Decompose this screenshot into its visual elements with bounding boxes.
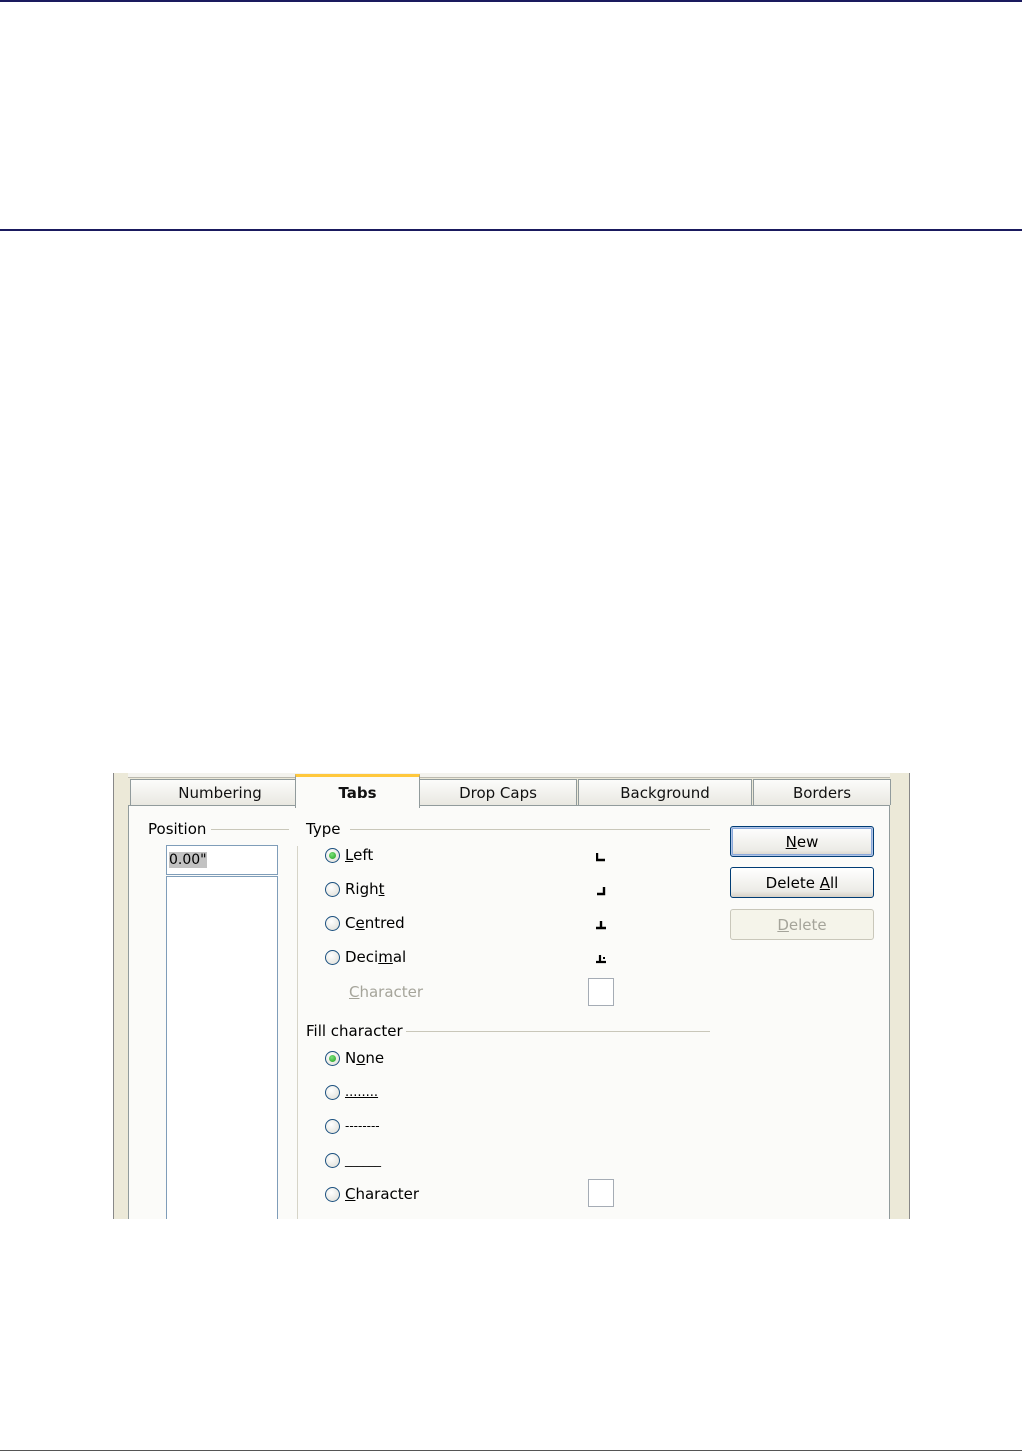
tab-numbering[interactable]: Numbering xyxy=(130,779,310,805)
position-value: 0.00" xyxy=(169,852,207,868)
type-character-label: Character xyxy=(349,983,424,1001)
tab-row-upper-hint xyxy=(128,773,890,778)
footer-rule xyxy=(0,1450,1022,1451)
fill-none-radio-row[interactable]: None xyxy=(325,1047,384,1069)
fill-character-label: Character xyxy=(345,1185,420,1203)
type-centred-radio[interactable] xyxy=(325,915,340,931)
header-rule-bottom xyxy=(0,229,1022,231)
tab-right-icon xyxy=(597,887,606,896)
type-decimal-radio-row[interactable]: Decimal xyxy=(325,946,406,968)
type-decimal-label: Decimal xyxy=(345,948,407,966)
tab-drop-caps[interactable]: Drop Caps xyxy=(419,779,577,805)
tab-tabs[interactable]: Tabs xyxy=(295,774,420,808)
type-character-input[interactable] xyxy=(588,978,614,1006)
type-group-line xyxy=(350,829,710,830)
group-separator xyxy=(297,846,298,1219)
delete-all-button[interactable]: Delete All xyxy=(730,867,874,898)
fill-underscore-radio[interactable] xyxy=(325,1152,340,1168)
delete-button: Delete xyxy=(730,909,874,940)
type-left-label: Left xyxy=(345,846,374,864)
type-right-radio-row[interactable]: Right xyxy=(325,878,385,900)
tab-decimal-icon xyxy=(596,955,606,964)
type-right-label: Right xyxy=(345,880,385,898)
fill-underscore-label: ______ xyxy=(345,1153,381,1167)
type-centred-radio-row[interactable]: Centred xyxy=(325,912,405,934)
type-left-radio[interactable] xyxy=(325,847,340,863)
new-button[interactable]: New xyxy=(730,826,874,857)
fill-character-input[interactable] xyxy=(588,1179,614,1207)
position-input[interactable]: 0.00" xyxy=(166,845,278,875)
fill-dashes-radio-row[interactable]: -------- xyxy=(325,1115,380,1137)
tab-background[interactable]: Background xyxy=(578,779,752,805)
type-right-radio[interactable] xyxy=(325,881,340,897)
tab-centre-icon xyxy=(596,921,606,930)
paragraph-dialog-screenshot: Numbering Tabs Drop Caps Background Bord… xyxy=(113,773,910,1219)
fill-dots-radio-row[interactable]: ........ xyxy=(325,1081,378,1103)
tabs-panel: Position 0.00" Type Left Right Centred D… xyxy=(128,805,890,1219)
tab-borders[interactable]: Borders xyxy=(753,779,891,805)
type-centred-label: Centred xyxy=(345,914,405,932)
fill-dots-label: ........ xyxy=(345,1084,379,1100)
fill-none-radio[interactable] xyxy=(325,1050,340,1066)
position-group-label: Position xyxy=(148,820,207,838)
fill-dashes-label: -------- xyxy=(345,1119,380,1133)
fill-group-line xyxy=(406,1031,710,1032)
fill-dashes-radio[interactable] xyxy=(325,1118,340,1134)
position-group-line xyxy=(211,829,289,830)
type-group-label: Type xyxy=(306,820,341,838)
fill-underscore-radio-row[interactable]: ______ xyxy=(325,1149,381,1171)
fill-dots-radio[interactable] xyxy=(325,1084,340,1100)
fill-none-label: None xyxy=(345,1049,385,1067)
fill-character-radio[interactable] xyxy=(325,1186,340,1202)
tab-left-icon xyxy=(596,853,605,862)
position-list[interactable] xyxy=(166,876,278,1219)
type-decimal-radio[interactable] xyxy=(325,949,340,965)
fill-character-radio-row[interactable]: Character xyxy=(325,1183,419,1205)
type-left-radio-row[interactable]: Left xyxy=(325,844,373,866)
header-rule-top xyxy=(0,0,1022,2)
fill-group-label: Fill character xyxy=(306,1022,403,1040)
